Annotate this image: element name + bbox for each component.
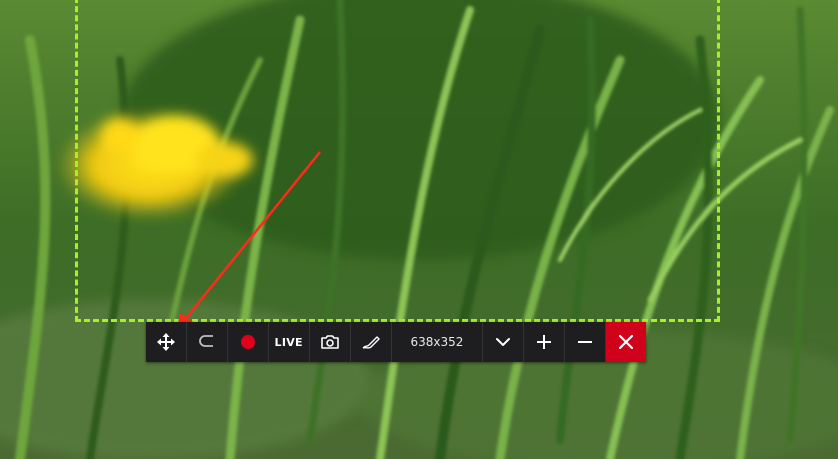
- screenshot-button[interactable]: [310, 322, 351, 362]
- move-button[interactable]: [146, 322, 187, 362]
- record-button[interactable]: [228, 322, 269, 362]
- close-icon: [619, 335, 634, 349]
- close-button[interactable]: [606, 322, 647, 362]
- capture-region-frame[interactable]: [75, 0, 720, 322]
- move-icon: [156, 333, 175, 351]
- minus-icon: [577, 334, 593, 350]
- record-icon: [240, 335, 255, 349]
- annotate-button[interactable]: [351, 322, 392, 362]
- live-button[interactable]: LIVE: [269, 322, 310, 362]
- pen-icon: [361, 334, 381, 350]
- lasso-button[interactable]: [187, 322, 228, 362]
- live-label: LIVE: [274, 335, 303, 349]
- chevron-down-icon: [495, 337, 511, 347]
- zoom-out-button[interactable]: [565, 322, 607, 362]
- lasso-icon: [198, 333, 216, 351]
- options-dropdown-button[interactable]: [483, 322, 525, 362]
- plus-icon: [536, 334, 552, 350]
- zoom-in-button[interactable]: [524, 322, 566, 362]
- capture-toolbar: LIVE 638x352: [146, 322, 647, 362]
- region-size-readout[interactable]: 638x352: [392, 322, 484, 362]
- region-size-label: 638x352: [410, 335, 464, 349]
- camera-icon: [320, 334, 340, 350]
